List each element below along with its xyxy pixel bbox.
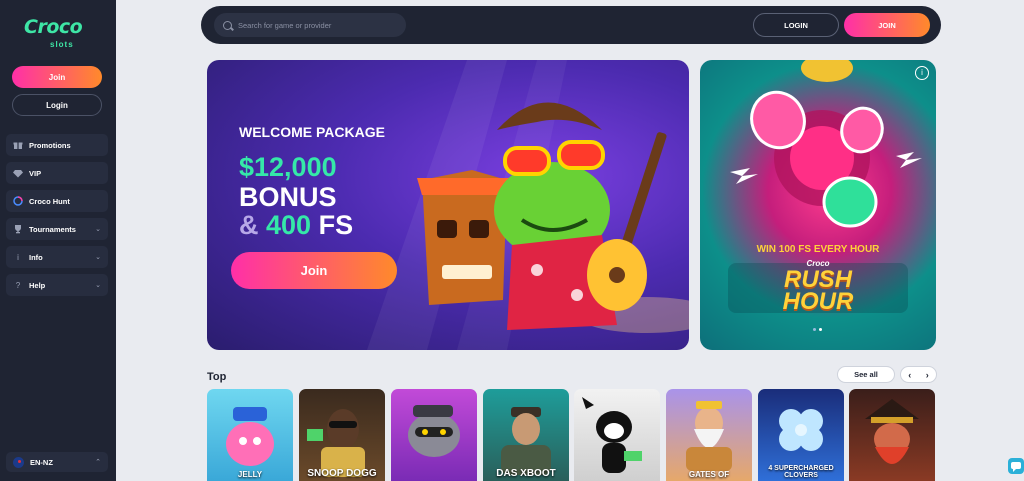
sidebar-item-help[interactable]: ? Help ⌄ [6, 274, 108, 296]
sidebar: Croco slots Join Login Promotions VIP Cr… [0, 0, 116, 481]
game-tile-pirate[interactable] [849, 389, 935, 481]
rush-hour-banner[interactable]: i WIN 100 FS EVERY HOUR Croco RUSH HOUR [700, 60, 936, 350]
game-tile-snoop-dogg[interactable]: SNOOP DOGG [299, 389, 385, 481]
sidebar-item-promotions[interactable]: Promotions [6, 134, 108, 156]
sidebar-item-label: Tournaments [29, 224, 76, 234]
nz-flag-icon [13, 456, 24, 468]
game-art [582, 397, 642, 473]
see-all-button[interactable]: See all [837, 366, 895, 383]
hero-amount: $12,000 [239, 152, 337, 182]
carousel-arrows: ‹ › [900, 366, 937, 383]
hero-fs-text: FS [318, 210, 354, 240]
croco-slots-logo[interactable]: Croco slots [20, 14, 96, 52]
sidebar-item-label: Promotions [29, 140, 71, 150]
chevron-down-icon: ⌄ [95, 254, 101, 261]
game-title: JELLY [237, 470, 263, 479]
sidebar-item-croco-hunt[interactable]: Croco Hunt [6, 190, 108, 212]
header-login-button[interactable]: LOGIN [753, 13, 839, 37]
sidebar-login-button[interactable]: Login [12, 94, 102, 116]
game-art [226, 407, 274, 466]
game-tile-gates-of[interactable]: GATES OF [666, 389, 752, 481]
logo-main-text: Croco [24, 16, 83, 38]
game-title: 4 SUPERCHARGED CLOVERS [768, 465, 834, 479]
hero-fs-value: 400 [266, 210, 312, 240]
hero-amp: & [239, 210, 259, 240]
hero-join-button[interactable]: Join [231, 252, 397, 289]
sidebar-item-tournaments[interactable]: Tournaments ⌄ [6, 218, 108, 240]
diamond-icon [13, 168, 23, 178]
sidebar-item-label: Croco Hunt [29, 196, 70, 206]
search-input[interactable]: Search for game or provider [214, 13, 406, 37]
game-art [686, 401, 732, 471]
chevron-up-icon: ⌃ [95, 459, 101, 466]
promo-title-line2: HOUR [782, 288, 854, 315]
game-tile-raccoon[interactable] [391, 389, 477, 481]
game-title: GATES OF [688, 470, 730, 479]
logo-sub-text: slots [50, 40, 74, 49]
header-join-button[interactable]: JOIN [844, 13, 930, 37]
promo-line: WIN 100 FS EVERY HOUR [756, 244, 880, 255]
game-tile-4-supercharged-clovers[interactable]: 4 SUPERCHARGED CLOVERS [758, 389, 844, 481]
hero-free-spins: & 400 FS [239, 210, 353, 241]
sidebar-item-label: VIP [29, 168, 42, 178]
top-bar: Search for game or provider LOGIN JOIN [201, 6, 941, 44]
chat-icon[interactable] [1008, 458, 1024, 474]
game-tile-jelly[interactable]: JELLY [207, 389, 293, 481]
section-title-top: Top [207, 371, 227, 383]
sidebar-item-label: Help [29, 280, 46, 290]
info-icon: i [17, 252, 19, 262]
language-selector[interactable]: EN-NZ ⌃ [6, 452, 108, 472]
carousel-dot[interactable] [813, 328, 816, 331]
language-label: EN-NZ [30, 457, 53, 467]
hero-eyebrow: WELCOME PACKAGE [239, 124, 385, 140]
sidebar-item-info[interactable]: i Info ⌄ [6, 246, 108, 268]
welcome-package-banner[interactable]: WELCOME PACKAGE $12,000 BONUS & 400 FS J… [207, 60, 689, 350]
search-placeholder: Search for game or provider [238, 20, 332, 30]
hero-bonus: BONUS [239, 182, 337, 212]
sidebar-item-vip[interactable]: VIP [6, 162, 108, 184]
chevron-down-icon: ⌄ [95, 226, 101, 233]
game-title: SNOOP DOGG [307, 468, 377, 479]
croco-hunt-icon [13, 196, 23, 206]
chevron-left-icon[interactable]: ‹ [901, 367, 919, 382]
carousel-dots [813, 328, 822, 331]
info-icon[interactable]: i [915, 66, 929, 80]
search-icon [223, 20, 232, 30]
chevron-down-icon: ⌄ [95, 282, 101, 289]
game-title: DAS XBOOT [496, 468, 556, 479]
sidebar-join-button[interactable]: Join [12, 66, 102, 88]
game-tile-cartoon-cat[interactable] [574, 389, 660, 481]
carousel-dot-active[interactable] [819, 328, 822, 331]
trophy-icon [13, 224, 23, 234]
game-tile-das-xboot[interactable]: DAS XBOOT [483, 389, 569, 481]
game-art [408, 405, 460, 457]
chevron-right-icon[interactable]: › [919, 367, 937, 382]
help-icon: ? [15, 280, 21, 290]
game-art [865, 399, 919, 464]
gift-icon [13, 140, 23, 150]
sidebar-item-label: Info [29, 252, 43, 262]
